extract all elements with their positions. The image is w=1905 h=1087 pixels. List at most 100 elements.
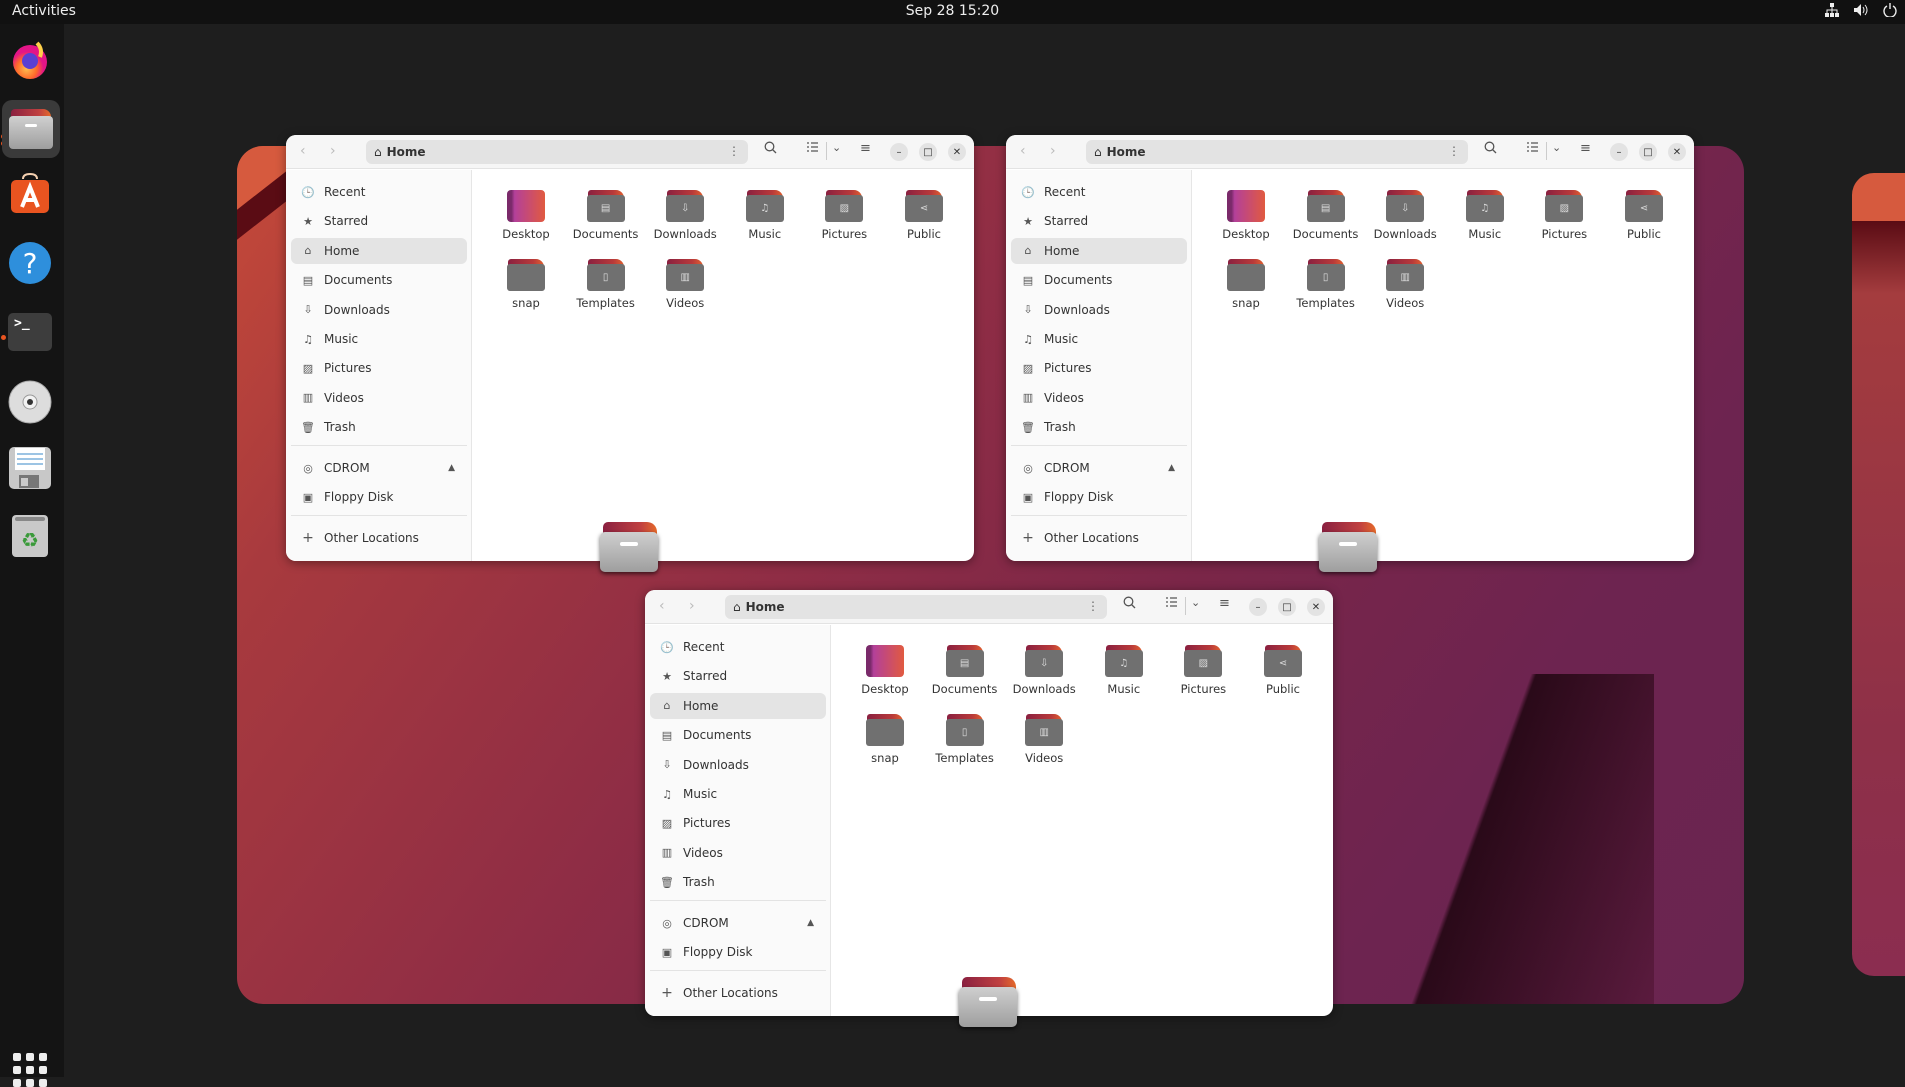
- back-button[interactable]: ‹: [1020, 143, 1026, 159]
- file-item[interactable]: snap: [845, 714, 925, 765]
- sidebar-item-recent[interactable]: 🕒 Recent: [291, 179, 467, 205]
- sidebar-item-documents[interactable]: ▤ Documents: [1011, 267, 1187, 293]
- sidebar-item-trash[interactable]: 🗑 Trash: [650, 869, 826, 895]
- file-item[interactable]: ♫ Music: [1445, 190, 1525, 241]
- minimize-button[interactable]: –: [1249, 598, 1267, 616]
- sidebar-item-floppy-disk[interactable]: ▣ Floppy Disk: [1011, 484, 1187, 510]
- file-item[interactable]: ♫ Music: [725, 190, 805, 241]
- file-item[interactable]: ⇩ Downloads: [645, 190, 725, 241]
- close-button[interactable]: ✕: [1668, 143, 1686, 161]
- search-icon[interactable]: [1123, 596, 1136, 613]
- file-item[interactable]: ⇩ Downloads: [1365, 190, 1445, 241]
- files-window-1[interactable]: ‹ › ⌂ Home ⋮ ⌄ ≡ – □ ✕ 🕒 Recent ★ Starred ⌂ H…: [286, 135, 974, 561]
- sidebar-item-recent[interactable]: 🕒 Recent: [1011, 179, 1187, 205]
- sidebar-item-trash[interactable]: 🗑 Trash: [1011, 414, 1187, 440]
- sidebar-item-videos[interactable]: ▥ Videos: [1011, 385, 1187, 411]
- next-workspace-thumbnail[interactable]: [1852, 173, 1905, 976]
- file-item[interactable]: ♫ Music: [1084, 645, 1164, 696]
- dock-firefox[interactable]: [6, 36, 54, 84]
- sidebar-item-cdrom[interactable]: ◎ CDROM ▲: [291, 455, 467, 481]
- eject-icon[interactable]: ▲: [1168, 463, 1175, 473]
- main-menu-button[interactable]: ≡: [1580, 141, 1591, 156]
- sidebar-item-home[interactable]: ⌂ Home: [291, 237, 467, 264]
- files-window-3[interactable]: ‹ › ⌂ Home ⋮ ⌄ ≡ – □ ✕ 🕒 Recent ★ Starred ⌂ H…: [645, 590, 1333, 1016]
- file-item[interactable]: ▯ Templates: [566, 259, 646, 310]
- file-item[interactable]: ⋖ Public: [1604, 190, 1684, 241]
- file-item[interactable]: Desktop: [845, 645, 925, 696]
- dock-cdrom[interactable]: [6, 378, 54, 426]
- sidebar-item-other-locations[interactable]: + Other Locations: [1011, 525, 1187, 551]
- back-button[interactable]: ‹: [659, 598, 665, 614]
- sidebar-item-music[interactable]: ♫ Music: [650, 781, 826, 807]
- sidebar-item-videos[interactable]: ▥ Videos: [650, 840, 826, 866]
- sidebar-item-downloads[interactable]: ⇩ Downloads: [1011, 297, 1187, 323]
- sidebar-item-downloads[interactable]: ⇩ Downloads: [650, 752, 826, 778]
- file-item[interactable]: ▤ Documents: [925, 645, 1005, 696]
- main-menu-button[interactable]: ≡: [860, 141, 871, 156]
- list-view-icon[interactable]: [1526, 141, 1539, 158]
- location-bar[interactable]: ⌂ Home ⋮: [725, 595, 1107, 619]
- list-view-icon[interactable]: [1165, 596, 1178, 613]
- files-window-2[interactable]: ‹ › ⌂ Home ⋮ ⌄ ≡ – □ ✕ 🕒 Recent ★ Starred ⌂ H…: [1006, 135, 1694, 561]
- sidebar-item-documents[interactable]: ▤ Documents: [291, 267, 467, 293]
- sidebar-item-starred[interactable]: ★ Starred: [650, 663, 826, 689]
- sidebar-item-pictures[interactable]: ▨ Pictures: [650, 810, 826, 836]
- dock-software[interactable]: [6, 169, 54, 217]
- sidebar-item-floppy-disk[interactable]: ▣ Floppy Disk: [291, 484, 467, 510]
- back-button[interactable]: ‹: [300, 143, 306, 159]
- file-item[interactable]: ⋖ Public: [884, 190, 964, 241]
- view-options-dropdown[interactable]: ⌄: [832, 141, 841, 154]
- sidebar-item-downloads[interactable]: ⇩ Downloads: [291, 297, 467, 323]
- sidebar-item-cdrom[interactable]: ◎ CDROM ▲: [650, 910, 826, 936]
- show-apps-button[interactable]: [13, 1053, 47, 1087]
- file-item[interactable]: Desktop: [486, 190, 566, 241]
- file-item[interactable]: ▨ Pictures: [1163, 645, 1243, 696]
- maximize-button[interactable]: □: [1278, 598, 1296, 616]
- sidebar-item-pictures[interactable]: ▨ Pictures: [291, 355, 467, 381]
- close-button[interactable]: ✕: [1307, 598, 1325, 616]
- dock-floppy[interactable]: [6, 444, 54, 492]
- file-item[interactable]: ▥ Videos: [1004, 714, 1084, 765]
- network-icon[interactable]: [1825, 3, 1839, 21]
- file-item[interactable]: ▯ Templates: [1286, 259, 1366, 310]
- file-item[interactable]: ▨ Pictures: [804, 190, 884, 241]
- activities-button[interactable]: Activities: [12, 3, 76, 19]
- minimize-button[interactable]: –: [890, 143, 908, 161]
- file-item[interactable]: ⇩ Downloads: [1004, 645, 1084, 696]
- dock-trash[interactable]: ♻: [6, 512, 54, 560]
- file-item[interactable]: snap: [1206, 259, 1286, 310]
- close-button[interactable]: ✕: [948, 143, 966, 161]
- sidebar-item-floppy-disk[interactable]: ▣ Floppy Disk: [650, 939, 826, 965]
- clock[interactable]: Sep 28 15:20: [906, 3, 999, 19]
- maximize-button[interactable]: □: [1639, 143, 1657, 161]
- file-item[interactable]: ▯ Templates: [925, 714, 1005, 765]
- sidebar-item-starred[interactable]: ★ Starred: [291, 208, 467, 234]
- sidebar-item-pictures[interactable]: ▨ Pictures: [1011, 355, 1187, 381]
- view-options-dropdown[interactable]: ⌄: [1552, 141, 1561, 154]
- file-item[interactable]: ▥ Videos: [645, 259, 725, 310]
- search-icon[interactable]: [1484, 141, 1497, 158]
- file-item[interactable]: snap: [486, 259, 566, 310]
- list-view-icon[interactable]: [806, 141, 819, 158]
- path-menu-button[interactable]: ⋮: [1448, 144, 1460, 158]
- sidebar-item-trash[interactable]: 🗑 Trash: [291, 414, 467, 440]
- sidebar-item-home[interactable]: ⌂ Home: [1011, 237, 1187, 264]
- forward-button[interactable]: ›: [689, 598, 695, 614]
- main-menu-button[interactable]: ≡: [1219, 596, 1230, 611]
- system-tray[interactable]: [1825, 3, 1897, 21]
- sidebar-item-starred[interactable]: ★ Starred: [1011, 208, 1187, 234]
- path-menu-button[interactable]: ⋮: [1087, 599, 1099, 613]
- sidebar-item-recent[interactable]: 🕒 Recent: [650, 634, 826, 660]
- dock-help[interactable]: ?: [6, 239, 54, 287]
- sidebar-item-videos[interactable]: ▥ Videos: [291, 385, 467, 411]
- file-item[interactable]: ▤ Documents: [1286, 190, 1366, 241]
- search-icon[interactable]: [764, 141, 777, 158]
- sidebar-item-other-locations[interactable]: + Other Locations: [650, 980, 826, 1006]
- dock-files[interactable]: [2, 100, 60, 158]
- dock-terminal[interactable]: >_: [6, 308, 54, 356]
- eject-icon[interactable]: ▲: [807, 918, 814, 928]
- sidebar-item-cdrom[interactable]: ◎ CDROM ▲: [1011, 455, 1187, 481]
- path-menu-button[interactable]: ⋮: [728, 144, 740, 158]
- file-item[interactable]: ▤ Documents: [566, 190, 646, 241]
- location-bar[interactable]: ⌂ Home ⋮: [366, 140, 748, 164]
